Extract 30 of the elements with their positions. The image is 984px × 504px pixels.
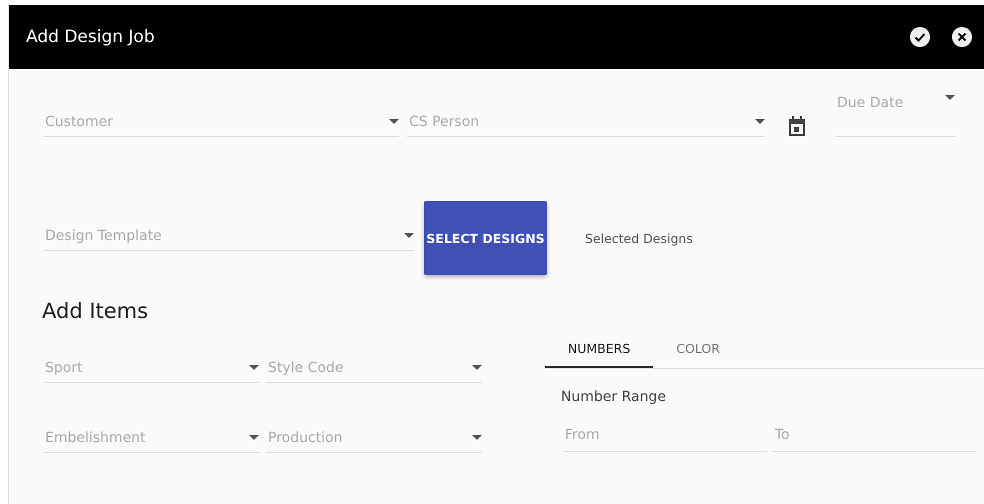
calendar-icon[interactable] [787, 115, 807, 137]
tab[interactable]: NUMBERS [544, 331, 654, 368]
caret-icon [404, 233, 414, 238]
close-button[interactable] [952, 27, 972, 47]
number-range-label: Number Range [560, 389, 667, 405]
caret-icon [945, 95, 955, 100]
tab[interactable]: COLOR [653, 331, 743, 368]
select-field[interactable]: Customer [43, 111, 399, 137]
select-field[interactable]: Due Date [835, 95, 955, 137]
from-field[interactable]: From [562, 427, 767, 452]
caret-icon [249, 365, 259, 370]
caret-icon [755, 119, 765, 124]
select-designs-button[interactable]: SELECT DESIGNS [424, 201, 547, 275]
select-field[interactable]: Style Code [266, 357, 482, 383]
check-icon [910, 27, 930, 47]
caret-icon [389, 119, 399, 124]
select-field[interactable]: Production [266, 427, 482, 453]
select-field[interactable]: Sport [43, 357, 259, 383]
caret-icon [249, 435, 259, 440]
selected-designs-label: Selected Designs [585, 230, 693, 246]
select-field[interactable]: Design Template [43, 225, 414, 251]
window-title: Add Design Job [26, 27, 156, 47]
select-field[interactable]: CS Person [407, 111, 765, 137]
close-icon [952, 27, 972, 47]
caret-icon [472, 435, 482, 440]
section-heading: Add Items [42, 299, 150, 323]
to-field[interactable]: To [772, 427, 977, 452]
select-field[interactable]: Embelishment [43, 427, 259, 453]
caret-icon [472, 365, 482, 370]
confirm-button[interactable] [910, 27, 930, 47]
